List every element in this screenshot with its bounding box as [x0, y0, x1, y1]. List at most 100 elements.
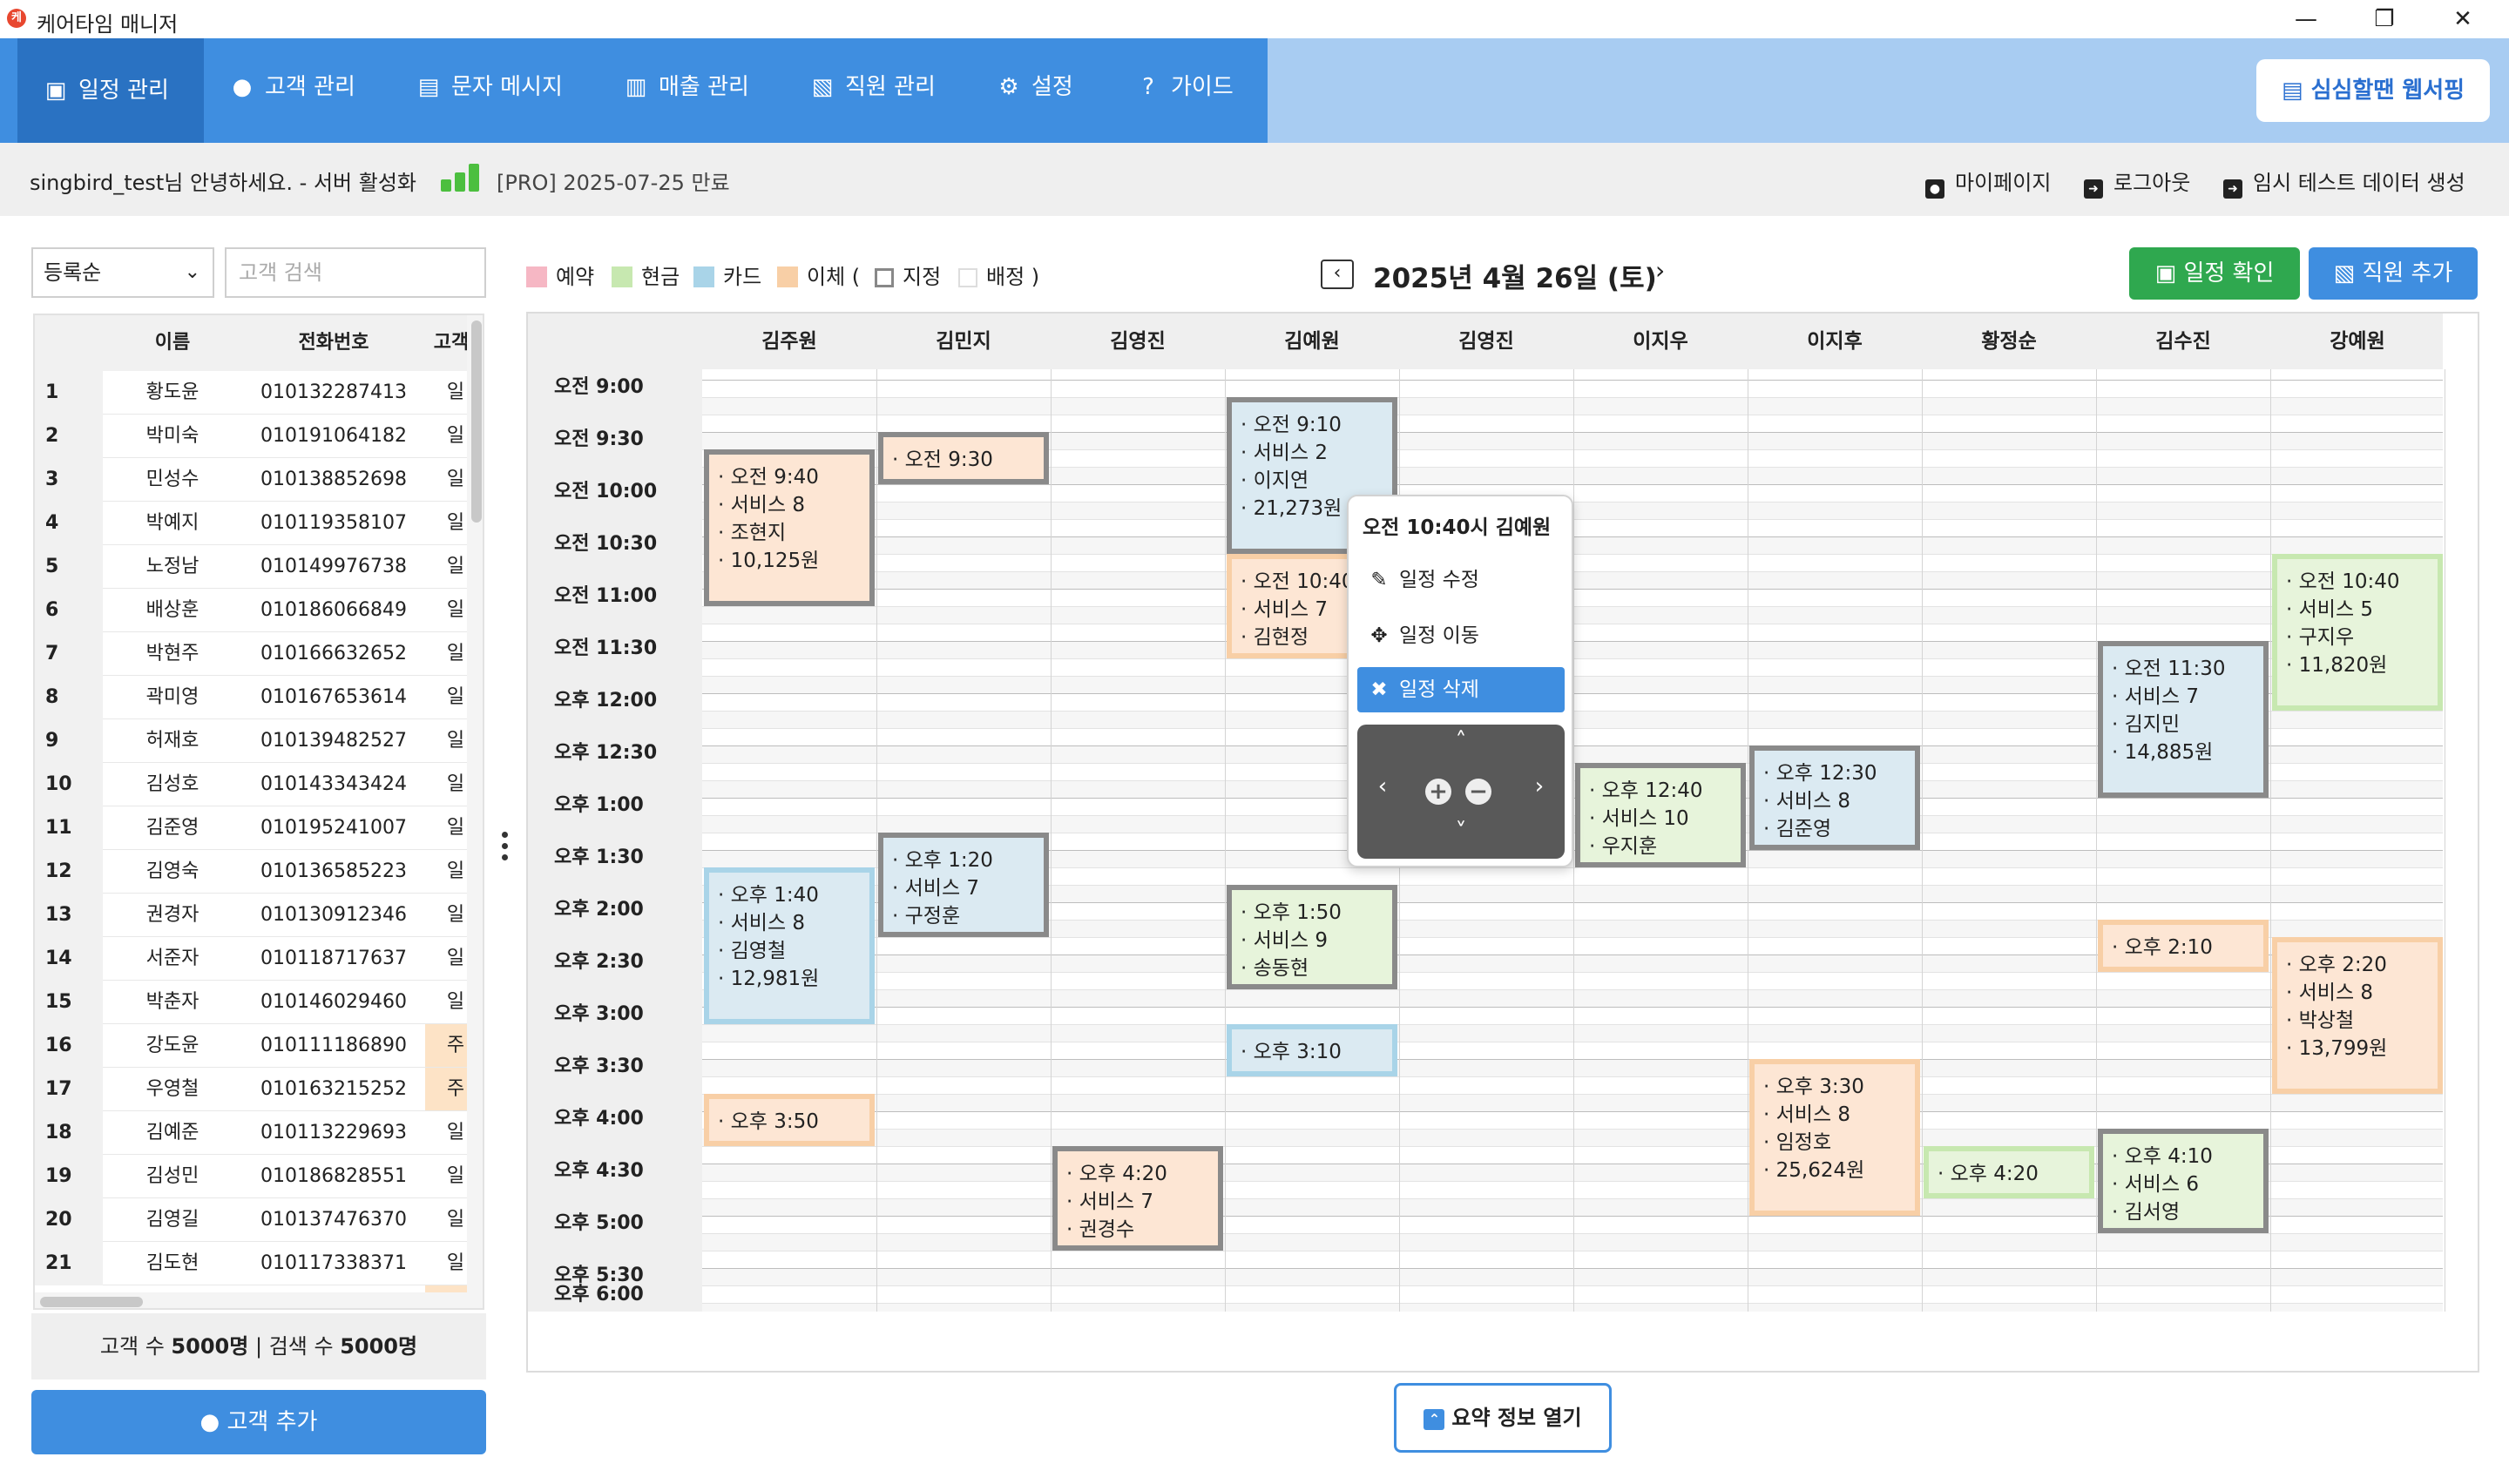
appointment-line: 10,125원 [718, 547, 862, 575]
customer-search-input[interactable] [225, 247, 486, 298]
move-right-icon[interactable]: › [1526, 773, 1552, 799]
table-row[interactable]: 17 우영철 010163215252 주 [35, 1068, 483, 1111]
confirm-schedule-button[interactable]: ▣ 일정 확인 [2129, 247, 2300, 300]
edit-schedule-item[interactable]: ✎ 일정 수정 [1357, 557, 1565, 603]
staff-column-header[interactable]: 김영진 [1399, 314, 1573, 369]
tab-messages[interactable]: ▤ 문자 메시지 [390, 56, 591, 143]
appointment-block[interactable]: 오후 12:30서비스 8김준영 [1749, 745, 1920, 850]
open-summary-button[interactable]: ⌃ 요약 정보 열기 [1394, 1383, 1612, 1453]
table-row[interactable]: 7 박현주 010166632652 일 [35, 632, 483, 676]
table-row[interactable]: 10 김성호 010143343424 일 [35, 763, 483, 806]
table-row[interactable]: 12 김영숙 010136585223 일 [35, 850, 483, 894]
logout-link[interactable]: ➜ 로그아웃 [2084, 165, 2190, 199]
scroll-thumb[interactable] [471, 320, 482, 523]
appointment-block[interactable]: 오후 4:20 [1924, 1145, 2094, 1198]
scroll-thumb[interactable] [40, 1297, 143, 1307]
mypage-link[interactable]: ● 마이페이지 [1925, 165, 2051, 199]
staff-column-header[interactable]: 이지후 [1748, 314, 1922, 369]
appointment-block[interactable]: 오후 3:10 [1227, 1024, 1397, 1077]
staff-column-header[interactable]: 황정순 [1922, 314, 2096, 369]
table-row[interactable]: 2 박미숙 010191064182 일 [35, 415, 483, 458]
tab-guide[interactable]: ? 가이드 [1110, 56, 1258, 143]
search-count-label: 검색 수 [268, 1334, 334, 1359]
appointment-block[interactable]: 오후 12:40서비스 10우지훈 [1575, 763, 1746, 868]
next-date-button[interactable]: › [1655, 256, 1665, 285]
zoom-out-icon[interactable]: − [1465, 779, 1491, 805]
table-row[interactable]: 14 서준자 010118717637 일 [35, 937, 483, 981]
vertical-scrollbar[interactable] [467, 315, 483, 1308]
tab-customers[interactable]: ● 고객 관리 [204, 56, 390, 143]
move-left-icon[interactable]: ‹ [1369, 773, 1396, 799]
staff-column-header[interactable]: 강예원 [2270, 314, 2445, 369]
add-staff-button[interactable]: ▧ 직원 추가 [2309, 247, 2478, 300]
zoom-in-icon[interactable]: + [1425, 779, 1451, 805]
tab-sales[interactable]: ▥ 매출 관리 [598, 56, 784, 143]
close-window-button[interactable]: ✕ [2424, 0, 2502, 38]
appointment-block[interactable]: 오전 11:30서비스 7김지민14,885원 [2098, 641, 2269, 798]
tab-schedule[interactable]: ▣ 일정 관리 [17, 38, 204, 143]
test-data-link[interactable]: ➜ 임시 테스트 데이터 생성 [2223, 165, 2465, 199]
appointment-block[interactable]: 오후 4:10서비스 6김서영 [2098, 1129, 2269, 1234]
maximize-button[interactable]: ❐ [2345, 0, 2424, 38]
minimize-button[interactable]: — [2267, 0, 2345, 38]
calendar-icon: ▣ [2154, 260, 2184, 287]
appointment-line: 오전 11:30 [2112, 655, 2256, 683]
staff-column-header[interactable]: 김민지 [876, 314, 1051, 369]
test-data-label: 임시 테스트 데이터 생성 [2253, 171, 2465, 195]
customer-name: 김영숙 [103, 850, 242, 894]
table-row[interactable]: 1 황도윤 010132287413 일 [35, 371, 483, 415]
table-row[interactable]: 5 노정남 010149976738 일 [35, 545, 483, 589]
table-row[interactable]: 9 허재호 010139482527 일 [35, 719, 483, 763]
document-icon: ▥ [625, 74, 647, 100]
appointment-block[interactable]: 오후 2:10 [2098, 920, 2269, 973]
customer-name: 박미숙 [103, 415, 242, 458]
appointment-block[interactable]: 오후 4:20서비스 7권경수 [1052, 1145, 1223, 1251]
table-row[interactable]: 4 박예지 010119358107 일 [35, 502, 483, 545]
table-row[interactable]: 18 김예준 010113229693 일 [35, 1111, 483, 1155]
move-down-icon[interactable]: ˅ [1448, 819, 1474, 845]
customer-phone: 010117338371 [242, 1242, 425, 1285]
tab-staff[interactable]: ▧ 직원 관리 [784, 56, 970, 143]
add-customer-button[interactable]: ● 고객 추가 [31, 1390, 486, 1454]
move-schedule-item[interactable]: ✥ 일정 이동 [1357, 613, 1565, 658]
appointment-block[interactable]: 오후 3:50 [704, 1093, 875, 1146]
table-row[interactable]: 15 박춘자 010146029460 일 [35, 981, 483, 1024]
table-row[interactable]: 20 김영길 010137476370 일 [35, 1198, 483, 1242]
table-row[interactable]: 11 김준영 010195241007 일 [35, 806, 483, 850]
staff-column-header[interactable]: 이지우 [1573, 314, 1748, 369]
appointment-block[interactable]: 오후 1:50서비스 9송동현 [1227, 884, 1397, 989]
staff-column-header[interactable]: 김영진 [1051, 314, 1225, 369]
table-row[interactable]: 6 배상훈 010186066849 일 [35, 589, 483, 632]
tab-settings[interactable]: ⚙ 설정 [970, 56, 1110, 143]
summary-label: 요약 정보 열기 [1451, 1406, 1582, 1430]
table-row[interactable]: 8 곽미영 010167653614 일 [35, 676, 483, 719]
appointment-block[interactable]: 오전 9:40서비스 8조현지10,125원 [704, 449, 875, 607]
staff-column-header[interactable]: 김주원 [702, 314, 876, 369]
appointment-block[interactable]: 오후 3:30서비스 8임정호25,624원 [1749, 1059, 1920, 1216]
panel-splitter-handle[interactable] [502, 832, 509, 867]
table-row[interactable]: 21 김도현 010117338371 일 [35, 1242, 483, 1285]
staff-column-header[interactable]: 김수진 [2096, 314, 2270, 369]
tab-label: 고객 관리 [265, 74, 355, 100]
prev-date-button[interactable]: ‹ [1321, 260, 1354, 289]
sort-select[interactable]: 등록순 ⌄ [31, 247, 214, 298]
appointment-block[interactable]: 오전 10:40서비스 5구지우11,820원 [2272, 554, 2443, 712]
appointment-block[interactable]: 오후 1:40서비스 8김영철12,981원 [704, 867, 875, 1025]
appointment-block[interactable]: 오전 9:30 [878, 432, 1049, 484]
horizontal-scrollbar[interactable] [35, 1292, 467, 1308]
appointment-block[interactable]: 오후 1:20서비스 7구정훈 [878, 832, 1049, 937]
table-row[interactable]: 13 권경자 010130912346 일 [35, 894, 483, 937]
delete-schedule-item[interactable]: ✖ 일정 삭제 [1357, 667, 1565, 712]
table-row[interactable]: 3 민성수 010138852698 일 [35, 458, 483, 502]
move-up-icon[interactable]: ˄ [1448, 728, 1474, 754]
appointment-block[interactable]: 오후 2:20서비스 8박상철13,799원 [2272, 936, 2443, 1094]
appointment-line: 김서영 [2112, 1198, 2256, 1226]
table-row[interactable]: 16 강도윤 010111186890 주 [35, 1024, 483, 1068]
staff-column-header[interactable]: 김예원 [1225, 314, 1399, 369]
table-row[interactable]: 19 김성민 010186828551 일 [35, 1155, 483, 1198]
legend-reserve: 예약 [526, 260, 594, 290]
app-title: 케어타임 매니저 [37, 12, 179, 37]
web-surfing-button[interactable]: ▤ 심심할땐 웹서핑 [2256, 59, 2490, 122]
appointment-line: 오전 9:40 [718, 463, 862, 491]
customer-phone: 010130912346 [242, 894, 425, 937]
